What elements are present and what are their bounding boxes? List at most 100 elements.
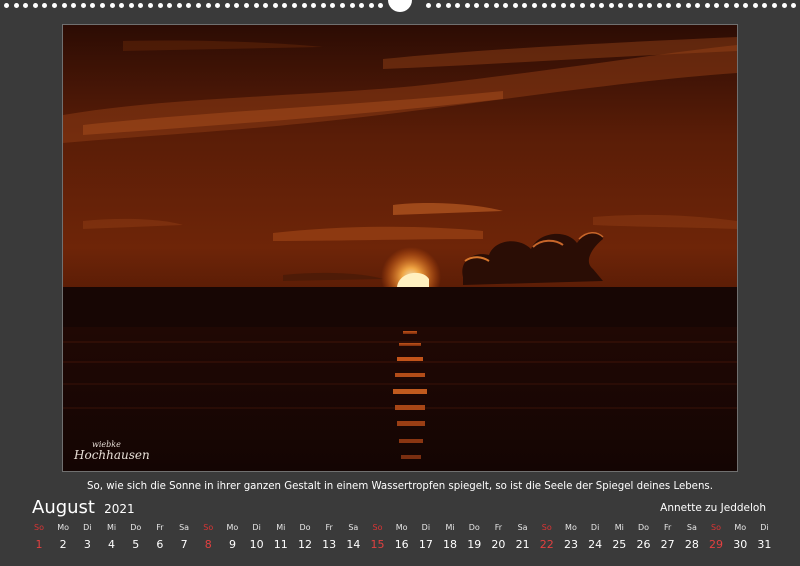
binding-hole bbox=[128, 3, 134, 8]
binding-hole bbox=[71, 3, 77, 8]
binding-hole bbox=[23, 3, 29, 8]
binding-hole bbox=[455, 3, 461, 8]
binding-hole bbox=[560, 3, 566, 8]
binding-hole bbox=[100, 3, 105, 8]
weekday-label: Di bbox=[83, 523, 92, 532]
binding-hole bbox=[330, 3, 336, 8]
binding-hole bbox=[464, 3, 470, 8]
day-number: 7 bbox=[180, 538, 188, 551]
weekday-label: Do bbox=[637, 523, 650, 532]
day-number: 30 bbox=[733, 538, 748, 551]
binding-hole bbox=[695, 3, 701, 8]
binding-hole bbox=[666, 3, 672, 8]
day-number: 5 bbox=[132, 538, 140, 551]
binding-hole bbox=[608, 3, 614, 8]
weekday-label: Do bbox=[299, 523, 311, 532]
binding-hole bbox=[724, 3, 729, 8]
binding-hole bbox=[436, 3, 441, 8]
day-number: 4 bbox=[108, 538, 116, 551]
day-number: 29 bbox=[709, 538, 724, 551]
binding-hole bbox=[176, 3, 182, 8]
binding-hole bbox=[772, 3, 777, 8]
weekday-label: Di bbox=[760, 523, 769, 532]
binding-hole bbox=[167, 3, 173, 8]
weekday-label: Mo bbox=[57, 523, 70, 532]
weekday-label: Mi bbox=[106, 523, 117, 532]
sunset-photo-image bbox=[63, 25, 737, 471]
day-number: 2 bbox=[59, 538, 67, 551]
binding-hole bbox=[4, 3, 9, 8]
binding-hole bbox=[138, 3, 144, 8]
day-number: 27 bbox=[660, 538, 675, 551]
binding-hole bbox=[80, 3, 86, 8]
day-number: 17 bbox=[418, 538, 433, 551]
binding-hole bbox=[292, 3, 297, 8]
weekday-label: Fr bbox=[664, 523, 672, 532]
binding-hole bbox=[205, 3, 211, 8]
weekday-label: Fr bbox=[494, 523, 503, 532]
day-number: 18 bbox=[443, 538, 458, 551]
day-number: 20 bbox=[491, 538, 506, 551]
binding-hole bbox=[522, 3, 528, 8]
binding-hole bbox=[253, 3, 259, 8]
photo-caption: So, wie sich die Sonne in ihrer ganzen G… bbox=[87, 481, 713, 492]
calendar-photo bbox=[62, 24, 738, 472]
weekday-label: Di bbox=[421, 523, 431, 532]
binding-hole bbox=[196, 3, 201, 8]
photographer-signature: wiebke Hochhausen bbox=[74, 440, 150, 461]
binding-hole bbox=[234, 3, 240, 8]
binding-hole bbox=[618, 3, 624, 8]
weekday-label: Mo bbox=[565, 523, 577, 532]
weekday-label: Sa bbox=[517, 523, 528, 532]
month-year: 2021 bbox=[104, 502, 135, 516]
day-number: 28 bbox=[684, 538, 699, 551]
day-number: 16 bbox=[394, 538, 409, 551]
day-number: 25 bbox=[612, 538, 627, 551]
binding-hole bbox=[215, 3, 221, 8]
weekday-label: Do bbox=[130, 523, 142, 532]
binding-hole bbox=[13, 3, 19, 8]
month-name: August bbox=[32, 497, 95, 518]
binding-hole bbox=[186, 3, 192, 8]
binding-hole bbox=[791, 3, 797, 8]
binding-hole bbox=[426, 3, 432, 8]
day-number: 15 bbox=[370, 538, 385, 551]
binding-hole bbox=[282, 3, 288, 8]
spiral-binding bbox=[0, 0, 800, 12]
binding-hole bbox=[368, 3, 374, 8]
binding-hole bbox=[90, 3, 96, 8]
day-number: 22 bbox=[539, 538, 554, 551]
weekday-label: Sa bbox=[348, 523, 359, 532]
binding-hole bbox=[647, 3, 653, 8]
binding-hole bbox=[263, 3, 269, 8]
binding-hole bbox=[445, 3, 451, 8]
binding-hole bbox=[109, 3, 115, 8]
weekday-label: Mo bbox=[395, 523, 408, 532]
binding-hole bbox=[349, 3, 355, 8]
binding-hole bbox=[685, 3, 691, 8]
binding-hole bbox=[359, 3, 365, 8]
day-number: 31 bbox=[757, 538, 772, 551]
day-number: 8 bbox=[204, 538, 212, 551]
binding-hole bbox=[551, 3, 557, 8]
day-number: 24 bbox=[588, 538, 603, 551]
weekday-label: Di bbox=[252, 523, 261, 532]
weekday-label: So bbox=[372, 523, 383, 532]
binding-hole bbox=[733, 3, 739, 8]
date-row: 1 2 3 4 5 6 7 8 9 10 11 12 13 14 15 16 17 18 19 20 21 22 23 24 2… bbox=[0, 538, 800, 552]
binding-hole bbox=[781, 3, 787, 8]
binding-hole bbox=[503, 3, 509, 8]
weekday-label: So bbox=[541, 523, 552, 532]
day-number: 12 bbox=[297, 538, 312, 551]
binding-hole bbox=[676, 3, 681, 8]
day-number: 10 bbox=[249, 538, 264, 551]
binding-hole bbox=[157, 3, 163, 8]
day-number: 1 bbox=[35, 538, 43, 551]
binding-hole bbox=[628, 3, 633, 8]
binding-hole bbox=[32, 3, 38, 8]
binding-hole bbox=[52, 3, 57, 8]
binding-hole bbox=[340, 3, 345, 8]
weekday-label: Mo bbox=[734, 523, 747, 532]
binding-hole bbox=[301, 3, 307, 8]
binding-hole bbox=[762, 3, 768, 8]
